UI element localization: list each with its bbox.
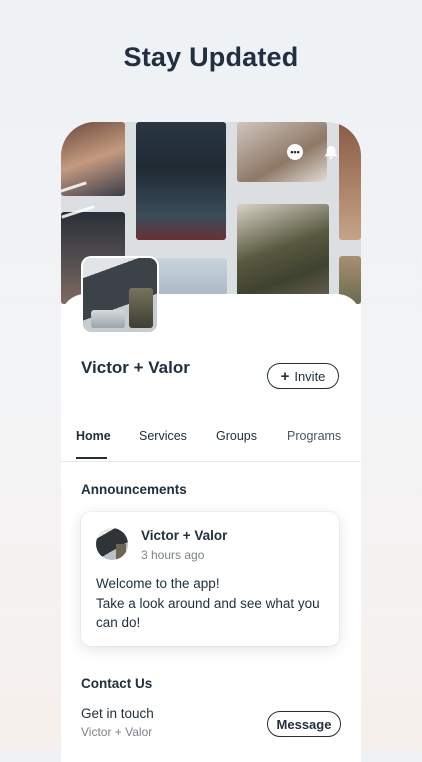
org-name: Victor + Valor [81, 358, 190, 377]
cover-photo [237, 204, 329, 304]
chat-bubble-icon[interactable]: ••• [287, 144, 303, 160]
tab-home[interactable]: Home [76, 429, 111, 443]
tab-groups[interactable]: Groups [216, 429, 257, 443]
cover-photo [61, 122, 125, 196]
invite-label: Invite [294, 368, 326, 384]
post-body: Welcome to the app! Take a look around a… [96, 574, 332, 633]
tab-programs[interactable]: Programs [287, 429, 341, 443]
org-logo [83, 258, 157, 332]
announcements-title: Announcements [81, 482, 187, 497]
contact-title: Contact Us [81, 676, 153, 691]
cover-photo [136, 122, 226, 240]
active-tab-indicator [76, 457, 107, 459]
tab-services[interactable]: Services [139, 429, 187, 443]
page-headline: Stay Updated [123, 42, 299, 72]
post-body-line: Take a look around and see what you can … [96, 595, 320, 631]
cover-photo [237, 122, 327, 182]
bell-icon[interactable] [323, 144, 339, 160]
cover-photo [339, 122, 361, 240]
post-author: Victor + Valor [141, 528, 228, 543]
contact-text: Get in touch [81, 706, 154, 721]
post-body-line: Welcome to the app! [96, 576, 220, 591]
announcement-card[interactable]: Victor + Valor 3 hours ago Welcome to th… [81, 512, 339, 646]
avatar [96, 528, 128, 560]
message-button[interactable]: Message [267, 711, 341, 737]
tab-bar: Home Services Groups Programs [61, 429, 361, 462]
app-screen: ••• Victor + Valor + Invite Home Service… [61, 122, 361, 762]
post-timestamp: 3 hours ago [141, 548, 205, 562]
invite-button[interactable]: + Invite [267, 363, 339, 389]
contact-subtitle: Victor + Valor [81, 725, 153, 739]
plus-icon: + [280, 367, 290, 385]
